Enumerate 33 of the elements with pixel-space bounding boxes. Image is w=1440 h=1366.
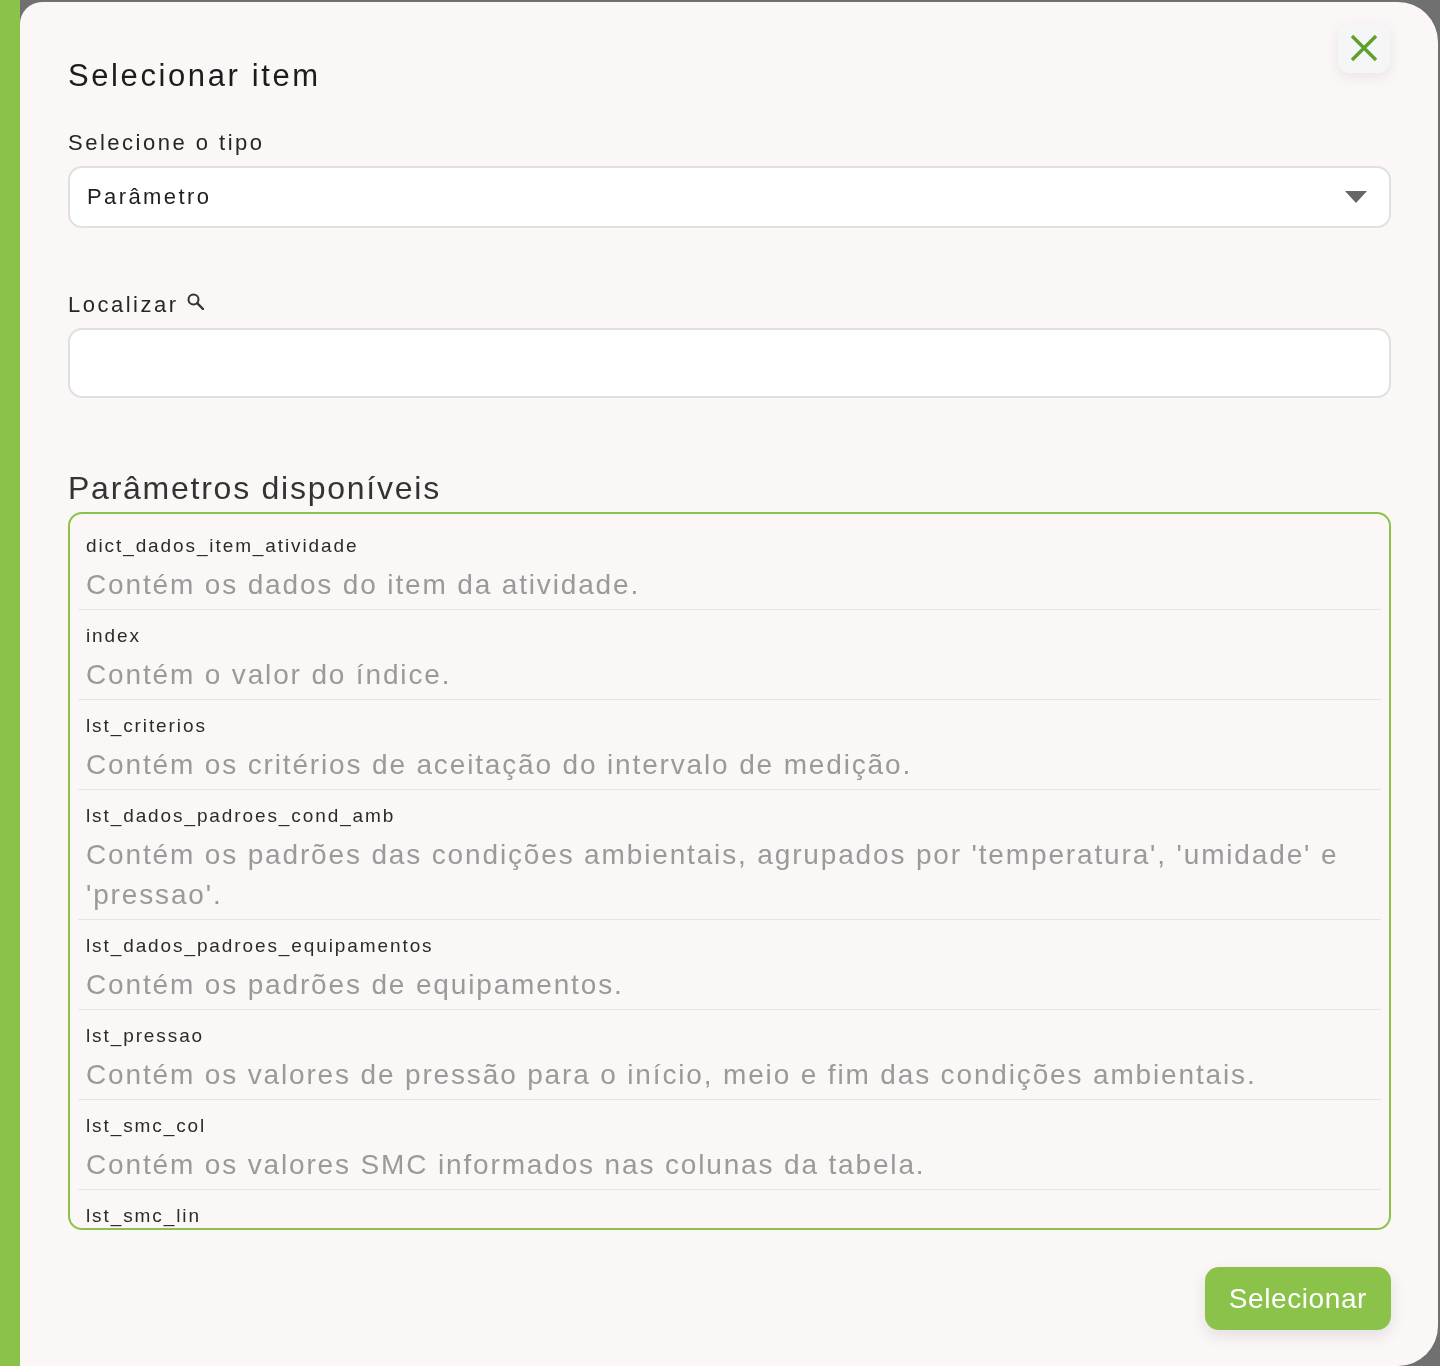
- parameter-item[interactable]: lst_criterios Contém os critérios de aceitação do intervalo de medição.: [78, 700, 1381, 790]
- parameter-description: Contém os padrões de equipamentos.: [86, 968, 625, 1002]
- parameter-item[interactable]: lst_dados_padroes_equipamentos Contém os padrões de equipamentos.: [78, 920, 1381, 1010]
- search-icon: [186, 292, 204, 310]
- search-label: Localizar: [68, 291, 179, 319]
- close-icon: [1350, 34, 1378, 62]
- type-label: Selecione o tipo: [68, 129, 265, 157]
- parameter-item[interactable]: dict_dados_item_atividade Contém os dados do item da atividade.: [78, 520, 1381, 610]
- parameter-name: lst_dados_padroes_cond_amb: [86, 804, 396, 828]
- dialog-title: Selecionar item: [68, 57, 321, 95]
- type-select[interactable]: Parâmetro: [68, 166, 1391, 228]
- parameter-name: index: [86, 624, 141, 648]
- parameter-item[interactable]: lst_smc_col Contém os valores SMC informados nas colunas da tabela.: [78, 1100, 1381, 1190]
- parameter-item[interactable]: lst_pressao Contém os valores de pressão para o início, meio e fim das condições ambientais.: [78, 1010, 1381, 1100]
- list-heading: Parâmetros disponíveis: [68, 469, 441, 508]
- parameter-description: Contém os critérios de aceitação do intervalo de medição.: [86, 748, 914, 782]
- parameter-description: Contém os padrões das condições ambientais, agrupados por 'temperatura', 'umidade' e 'pressao'.: [86, 838, 1340, 912]
- parameter-item[interactable]: index Contém o valor do índice.: [78, 610, 1381, 700]
- parameter-name: lst_dados_padroes_equipamentos: [86, 934, 434, 958]
- parameter-name: lst_smc_col: [86, 1114, 207, 1138]
- close-button[interactable]: [1338, 23, 1390, 73]
- parameter-name: lst_criterios: [86, 714, 207, 738]
- parameter-description: Contém os valores SMC informados nas colunas da tabela.: [86, 1148, 927, 1182]
- parameter-item[interactable]: lst_dados_padroes_cond_amb Contém os padrões das condições ambientais, agrupados por 'temperatura', 'umidade' e 'pressao'.: [78, 790, 1381, 920]
- parameter-description: Contém os valores de pressão para o início, meio e fim das condições ambientais.: [86, 1058, 1258, 1092]
- parameter-item[interactable]: lst_smc_lin: [78, 1190, 1381, 1228]
- search-field[interactable]: [68, 328, 1391, 398]
- parameter-name: dict_dados_item_atividade: [86, 534, 359, 558]
- caret-icon: [1345, 191, 1367, 203]
- parameter-name: lst_smc_lin: [86, 1204, 201, 1228]
- parameter-name: lst_pressao: [86, 1024, 205, 1048]
- parameter-description: Contém o valor do índice.: [86, 658, 453, 692]
- parameter-description: Contém os dados do item da atividade.: [86, 568, 642, 602]
